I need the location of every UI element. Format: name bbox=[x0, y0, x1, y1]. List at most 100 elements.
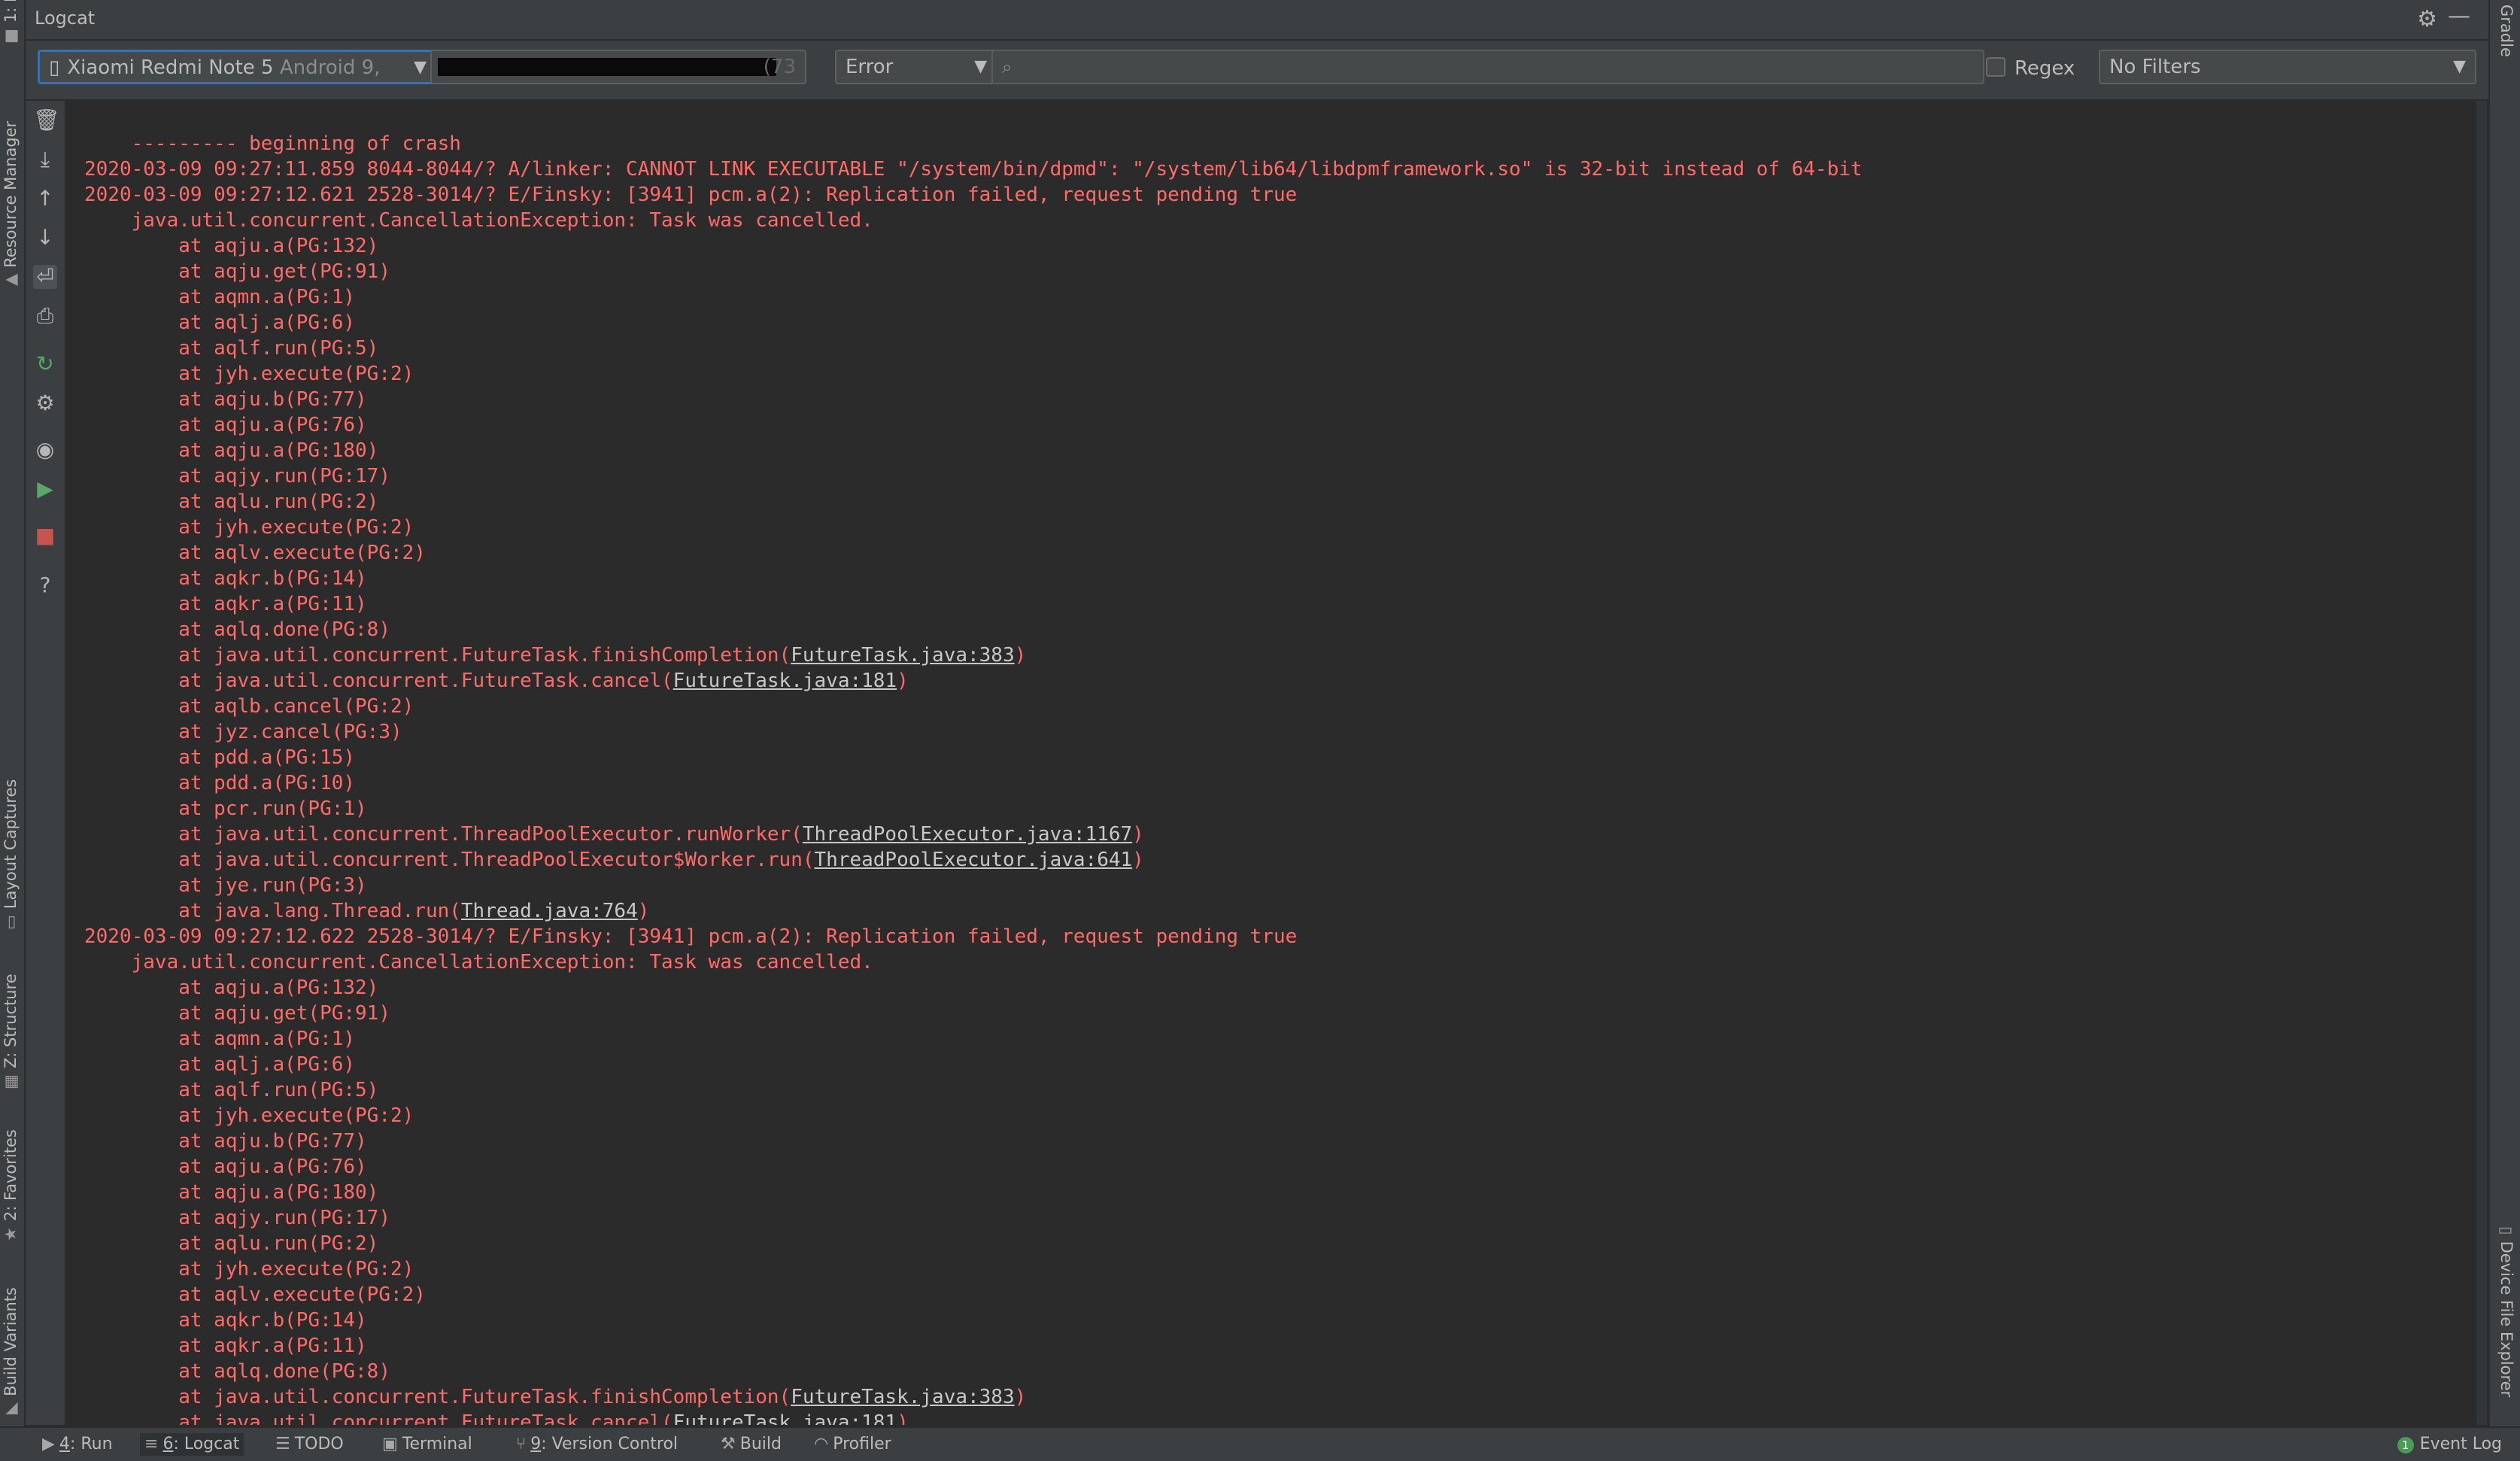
project-icon: ■ bbox=[2, 29, 20, 44]
tab-layout-captures[interactable]: ▭Layout Captures bbox=[2, 779, 20, 930]
log-level-select[interactable]: Error ▼ bbox=[835, 50, 997, 84]
log-line: at aqlq.done(PG:8) bbox=[84, 1360, 390, 1383]
regex-checkbox[interactable] bbox=[1986, 57, 2005, 77]
help-icon[interactable]: ? bbox=[33, 573, 57, 597]
tab-version-control[interactable]: ⑂ 9: Version Control bbox=[512, 1433, 682, 1456]
log-line: java.util.concurrent.CancellationExcepti… bbox=[84, 209, 873, 232]
log-line: at aqju.a(PG:76) bbox=[84, 1156, 367, 1178]
log-line: at java.util.concurrent.FutureTask.cance… bbox=[84, 1410, 1863, 1425]
log-line: at pdd.a(PG:10) bbox=[84, 772, 356, 794]
minimize-icon[interactable]: — bbox=[2448, 3, 2470, 29]
log-line: at aqkr.a(PG:11) bbox=[84, 1335, 367, 1357]
layout-icon: ▭ bbox=[2, 915, 20, 930]
filter-select[interactable]: No Filters ▼ bbox=[2099, 50, 2476, 84]
branch-icon: ⑂ bbox=[516, 1435, 527, 1453]
process-select[interactable]: (73 bbox=[430, 50, 806, 84]
tab-structure[interactable]: ▦Z: Structure bbox=[2, 973, 20, 1089]
tab-favorites[interactable]: ★2: Favorites bbox=[2, 1129, 20, 1241]
tab-gradle[interactable]: Gradle bbox=[2497, 5, 2515, 57]
filter-value: No Filters bbox=[2109, 56, 2201, 78]
log-line: at jyh.execute(PG:2) bbox=[84, 1258, 414, 1280]
log-line: at aqlv.execute(PG:2) bbox=[84, 542, 426, 564]
tool-window-bar: ▶ 4: Run ≡ 6: Logcat ☰ TODO ▣ Terminal ⑂ 9: V… bbox=[0, 1426, 2520, 1461]
source-link[interactable]: Thread.java:764 bbox=[461, 900, 638, 922]
tab-build[interactable]: ⚒ Build bbox=[716, 1433, 786, 1456]
source-link[interactable]: ThreadPoolExecutor.java:1167 bbox=[803, 823, 1132, 846]
log-line: at aqju.a(PG:76) bbox=[84, 414, 367, 436]
todo-icon: ☰ bbox=[275, 1435, 290, 1453]
tab-device-file-explorer[interactable]: ▯Device File Explorer bbox=[2497, 1226, 2515, 1397]
log-line: at aqju.a(PG:180) bbox=[84, 439, 379, 462]
chevron-down-icon: ▼ bbox=[414, 58, 427, 77]
source-link[interactable]: FutureTask.java:181 bbox=[673, 1411, 897, 1425]
screen-record-icon[interactable]: ▶ bbox=[33, 477, 57, 501]
log-line: at aqju.a(PG:132) bbox=[84, 977, 379, 999]
log-level-value: Error bbox=[846, 56, 894, 78]
tab-run[interactable]: ▶ 4: Run bbox=[38, 1433, 117, 1456]
resource-icon: ▲ bbox=[2, 273, 20, 286]
log-line: at java.util.concurrent.FutureTask.cance… bbox=[84, 670, 909, 692]
arrow-up-icon[interactable]: ↑ bbox=[33, 187, 57, 211]
log-line: at aqlu.run(PG:2) bbox=[84, 1232, 379, 1255]
log-line: at jye.run(PG:3) bbox=[84, 874, 367, 897]
redacted-process-name bbox=[438, 58, 776, 76]
camera-icon[interactable]: ◉ bbox=[33, 438, 57, 462]
log-line: at aqju.a(PG:180) bbox=[84, 1181, 379, 1204]
log-line: 2020-03-09 09:27:12.621 2528-3014/? E/Fi… bbox=[84, 184, 1298, 206]
source-link[interactable]: FutureTask.java:383 bbox=[791, 1386, 1014, 1408]
log-line: at aqmn.a(PG:1) bbox=[84, 286, 356, 308]
tab-build-variants[interactable]: ◣Build Variants bbox=[2, 1287, 20, 1414]
restart-icon[interactable]: ↻ bbox=[33, 352, 57, 376]
log-line: at java.lang.Thread.run(Thread.java:764) bbox=[84, 900, 650, 922]
event-log-button[interactable]: 1 Event Log bbox=[2397, 1433, 2502, 1456]
search-input[interactable] bbox=[1016, 56, 1923, 78]
log-line: at java.util.concurrent.FutureTask.finis… bbox=[84, 1386, 1027, 1408]
soft-wrap-icon[interactable]: ⏎ bbox=[33, 265, 57, 289]
log-line: at aqjy.run(PG:17) bbox=[84, 465, 390, 488]
structure-icon: ▦ bbox=[2, 1074, 20, 1089]
tab-logcat[interactable]: ≡ 6: Logcat bbox=[140, 1433, 244, 1456]
log-line: at jyz.cancel(PG:3) bbox=[84, 721, 402, 743]
log-lines: --------- beginning of crash 2020-03-09 0… bbox=[84, 131, 1863, 1425]
logcat-toolbar: ▯ Xiaomi Redmi Note 5 Android 9, ▼ (73 Er… bbox=[24, 41, 2490, 101]
gear-icon[interactable]: ⚙ bbox=[2417, 6, 2437, 32]
hammer-icon: ⚒ bbox=[721, 1435, 736, 1453]
log-line: at aqlu.run(PG:2) bbox=[84, 491, 379, 513]
print-icon[interactable]: ⎙ bbox=[33, 304, 57, 328]
regex-label: Regex bbox=[2014, 57, 2075, 80]
log-line: java.util.concurrent.CancellationExcepti… bbox=[84, 951, 873, 973]
log-line: at jyh.execute(PG:2) bbox=[84, 1104, 414, 1127]
log-line: at aqlj.a(PG:6) bbox=[84, 1053, 356, 1076]
log-line: at aqkr.a(PG:11) bbox=[84, 593, 367, 615]
log-line: at pdd.a(PG:15) bbox=[84, 746, 356, 769]
star-icon: ★ bbox=[2, 1227, 20, 1241]
search-field[interactable]: ⌕ bbox=[991, 50, 1984, 84]
log-line: at aqju.b(PG:77) bbox=[84, 388, 367, 411]
log-line: at aqlv.execute(PG:2) bbox=[84, 1283, 426, 1306]
tab-terminal[interactable]: ▣ Terminal bbox=[378, 1433, 477, 1456]
trash-icon[interactable]: 🗑 bbox=[33, 108, 60, 132]
left-tool-strip: ■1: Project ▲Resource Manager ▭Layout Ca… bbox=[0, 0, 26, 1459]
source-link[interactable]: ThreadPoolExecutor.java:641 bbox=[815, 849, 1133, 871]
arrow-down-icon[interactable]: ↓ bbox=[33, 226, 57, 250]
scroll-to-end-icon[interactable]: ⤓ bbox=[33, 147, 57, 172]
tab-profiler[interactable]: ◠ Profiler bbox=[809, 1433, 896, 1456]
tab-project[interactable]: ■1: Project bbox=[2, 0, 20, 44]
vertical-scrollbar[interactable] bbox=[2476, 101, 2487, 1425]
log-line: at aqju.b(PG:77) bbox=[84, 1130, 367, 1153]
tab-todo[interactable]: ☰ TODO bbox=[271, 1433, 348, 1456]
logcat-side-toolbar: 🗑 ⤓ ↑ ↓ ⏎ ⎙ ↻ ⚙ ◉ ▶ ■ ? bbox=[26, 101, 66, 1425]
log-line: at aqlj.a(PG:6) bbox=[84, 311, 356, 334]
log-line: at aqjy.run(PG:17) bbox=[84, 1207, 390, 1229]
log-output[interactable]: --------- beginning of crash 2020-03-09 0… bbox=[66, 101, 2488, 1425]
log-line: at aqkr.b(PG:14) bbox=[84, 567, 367, 590]
device-select[interactable]: ▯ Xiaomi Redmi Note 5 Android 9, ▼ bbox=[38, 50, 438, 84]
settings-icon[interactable]: ⚙ bbox=[33, 391, 57, 415]
tab-resource-manager[interactable]: ▲Resource Manager bbox=[2, 121, 20, 286]
source-link[interactable]: FutureTask.java:383 bbox=[791, 644, 1014, 667]
log-line: 2020-03-09 09:27:11.859 8044-8044/? A/li… bbox=[84, 158, 1863, 181]
log-line: at aqmn.a(PG:1) bbox=[84, 1028, 356, 1050]
stop-icon[interactable]: ■ bbox=[33, 524, 57, 548]
source-link[interactable]: FutureTask.java:181 bbox=[673, 670, 897, 692]
log-line: --------- beginning of crash bbox=[84, 132, 461, 155]
